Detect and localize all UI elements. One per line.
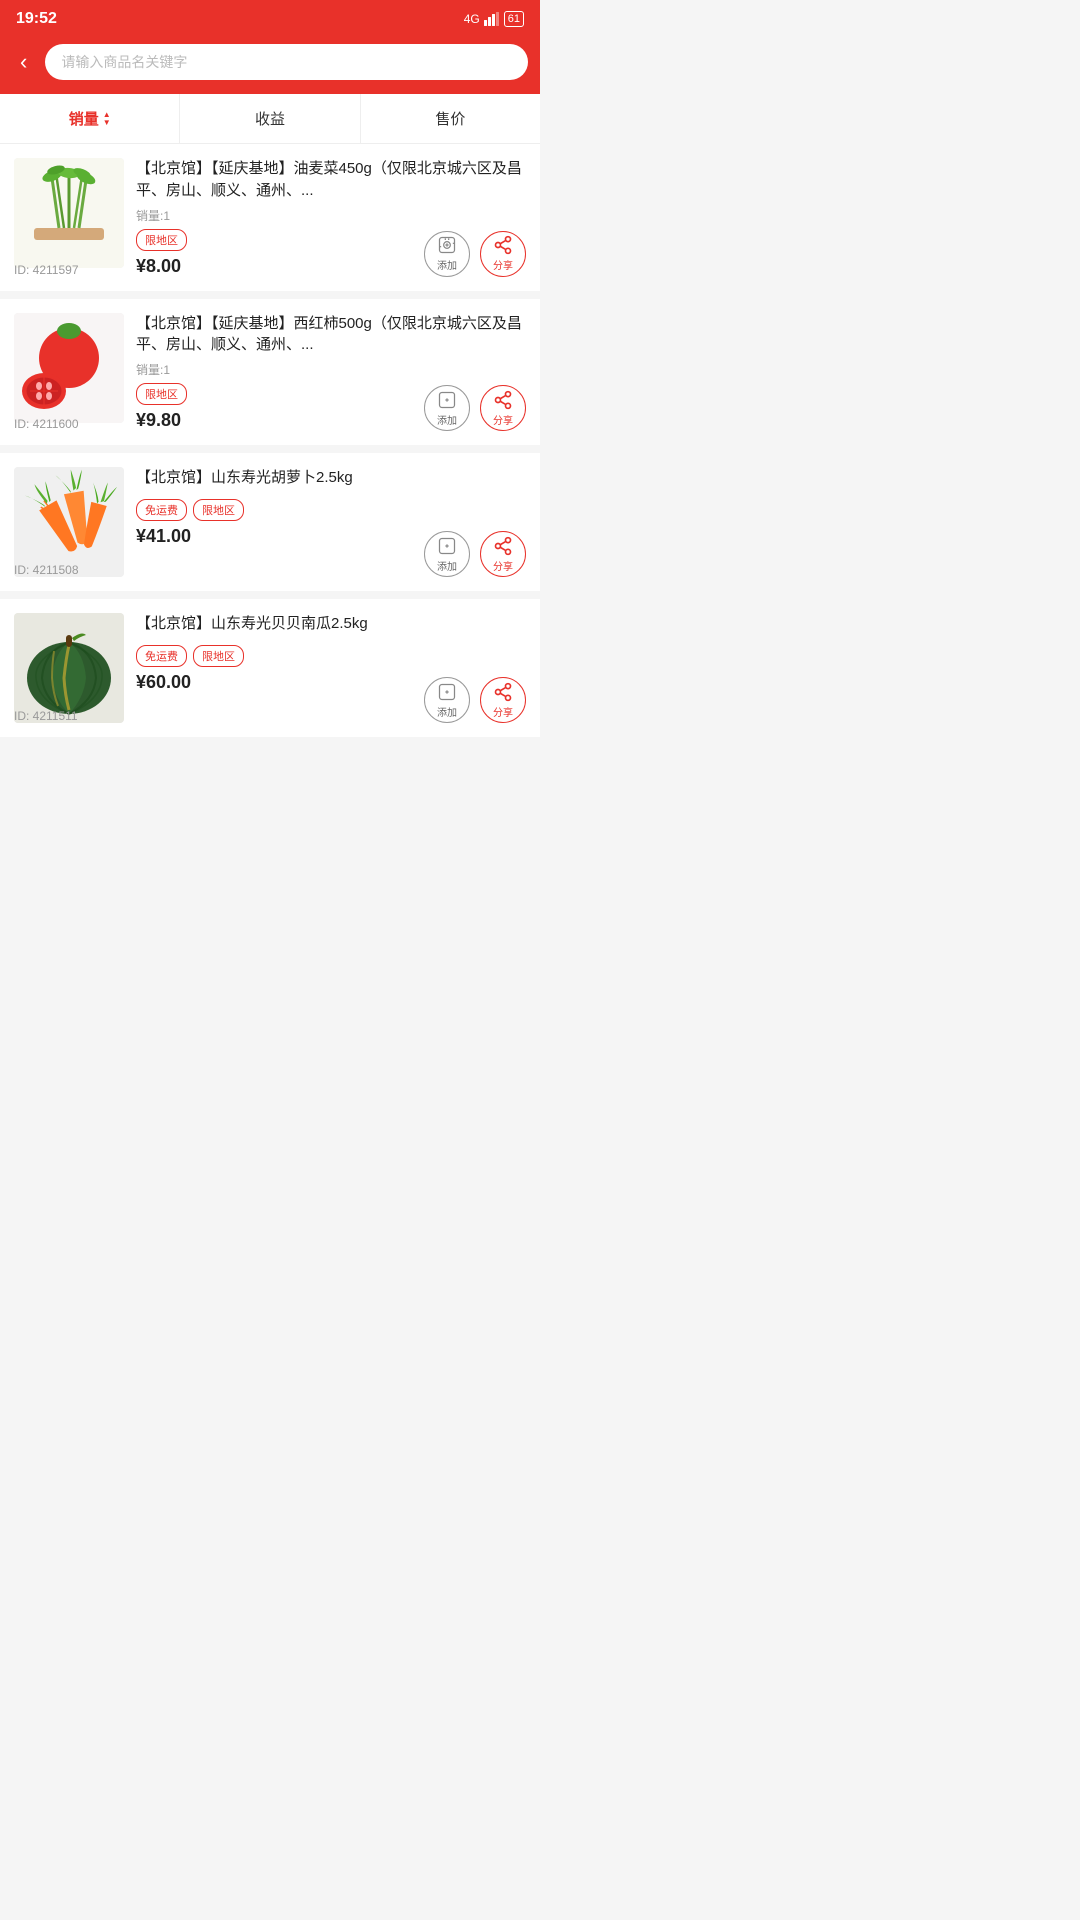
- share-label: 分享: [493, 412, 513, 427]
- sort-revenue-label: 收益: [255, 108, 285, 129]
- add-button[interactable]: 添加: [424, 231, 470, 277]
- product-title: 【北京馆】【延庆基地】油麦菜450g（仅限北京城六区及昌平、房山、顺义、通州、.…: [136, 158, 526, 202]
- add-icon: [437, 235, 457, 255]
- action-buttons: 添加 分享: [424, 677, 526, 723]
- add-label: 添加: [437, 257, 457, 272]
- tag-region: 限地区: [193, 645, 244, 667]
- product-sales: 销量:1: [136, 361, 526, 378]
- product-id: ID: 4211511: [14, 709, 78, 723]
- add-label: 添加: [437, 558, 457, 573]
- sort-revenue[interactable]: 收益: [180, 94, 360, 143]
- share-button[interactable]: 分享: [480, 531, 526, 577]
- add-button[interactable]: 添加: [424, 677, 470, 723]
- status-time: 19:52: [16, 10, 57, 28]
- product-item: 【北京馆】【延庆基地】油麦菜450g（仅限北京城六区及昌平、房山、顺义、通州、.…: [0, 144, 540, 291]
- battery-indicator: 61: [504, 11, 524, 27]
- share-icon: [493, 682, 513, 702]
- product-id: ID: 4211508: [14, 563, 79, 577]
- network-label: 4G: [464, 12, 480, 26]
- add-button[interactable]: 添加: [424, 385, 470, 431]
- action-buttons: 添加 分享: [424, 531, 526, 577]
- product-item: 【北京馆】【延庆基地】西红柿500g（仅限北京城六区及昌平、房山、顺义、通州、.…: [0, 299, 540, 446]
- add-icon: [437, 682, 457, 702]
- share-label: 分享: [493, 257, 513, 272]
- status-icons: 4G 61: [464, 11, 524, 27]
- add-icon: [437, 536, 457, 556]
- add-icon: [437, 390, 457, 410]
- share-icon: [493, 235, 513, 255]
- share-button[interactable]: 分享: [480, 385, 526, 431]
- product-title: 【北京馆】【延庆基地】西红柿500g（仅限北京城六区及昌平、房山、顺义、通州、.…: [136, 313, 526, 357]
- tag-free: 免运费: [136, 499, 187, 521]
- tag-region: 限地区: [136, 229, 187, 251]
- product-title: 【北京馆】山东寿光贝贝南瓜2.5kg: [136, 613, 526, 635]
- back-button[interactable]: ‹: [12, 45, 35, 79]
- tag-row: 免运费 限地区: [136, 499, 526, 521]
- share-button[interactable]: 分享: [480, 231, 526, 277]
- tag-region: 限地区: [136, 383, 187, 405]
- share-icon: [493, 536, 513, 556]
- product-sales: 销量:1: [136, 207, 526, 224]
- tag-row: 免运费 限地区: [136, 645, 526, 667]
- sort-sales[interactable]: 销量 ▲ ▼: [0, 94, 180, 143]
- search-placeholder: 请输入商品名关键字: [61, 52, 187, 72]
- tag-region: 限地区: [193, 499, 244, 521]
- sort-arrows: ▲ ▼: [103, 111, 111, 127]
- status-bar: 19:52 4G 61: [0, 0, 540, 36]
- product-image: [14, 158, 124, 268]
- product-title: 【北京馆】山东寿光胡萝卜2.5kg: [136, 467, 526, 489]
- product-image: [14, 467, 124, 577]
- product-item: 【北京馆】山东寿光胡萝卜2.5kg 免运费 限地区 ¥41.00 ID: 421…: [0, 453, 540, 591]
- search-bar[interactable]: 请输入商品名关键字: [45, 44, 528, 80]
- product-image: [14, 613, 124, 723]
- header: ‹ 请输入商品名关键字: [0, 36, 540, 94]
- tag-free: 免运费: [136, 645, 187, 667]
- share-icon: [493, 390, 513, 410]
- sort-sales-label: 销量: [69, 108, 99, 129]
- product-image: [14, 313, 124, 423]
- signal-icon: [484, 12, 500, 26]
- product-list: 【北京馆】【延庆基地】油麦菜450g（仅限北京城六区及昌平、房山、顺义、通州、.…: [0, 144, 540, 737]
- product-id: ID: 4211597: [14, 263, 79, 277]
- add-label: 添加: [437, 704, 457, 719]
- share-label: 分享: [493, 558, 513, 573]
- add-label: 添加: [437, 412, 457, 427]
- share-button[interactable]: 分享: [480, 677, 526, 723]
- sort-price[interactable]: 售价: [361, 94, 540, 143]
- add-button[interactable]: 添加: [424, 531, 470, 577]
- action-buttons: 添加 分享: [424, 231, 526, 277]
- action-buttons: 添加 分享: [424, 385, 526, 431]
- share-label: 分享: [493, 704, 513, 719]
- sort-price-label: 售价: [435, 108, 465, 129]
- sort-bar: 销量 ▲ ▼ 收益 售价: [0, 94, 540, 144]
- product-id: ID: 4211600: [14, 417, 79, 431]
- product-item: 【北京馆】山东寿光贝贝南瓜2.5kg 免运费 限地区 ¥60.00 ID: 42…: [0, 599, 540, 737]
